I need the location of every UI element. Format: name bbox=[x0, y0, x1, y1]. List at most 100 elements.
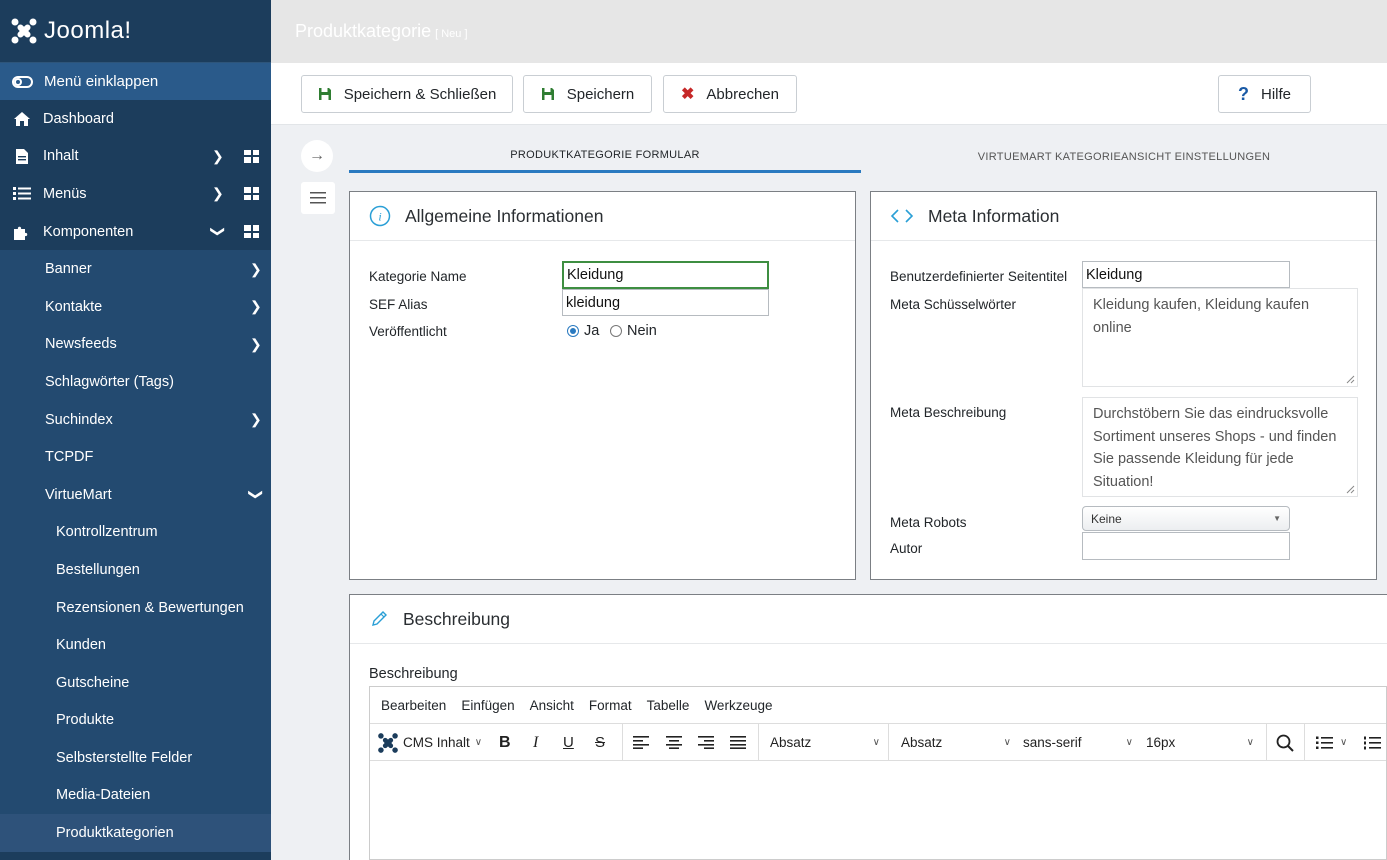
menu-format[interactable]: Format bbox=[589, 698, 632, 713]
sidebar-item-banner[interactable]: Banner ❯ bbox=[0, 250, 271, 288]
tab-produktkategorie-formular[interactable]: PRODUKTKATEGORIE FORMULAR bbox=[349, 140, 861, 173]
sidebar-item-kontakte[interactable]: Kontakte ❯ bbox=[0, 288, 271, 326]
tab-kategorieansicht-einstellungen[interactable]: VIRTUEMART KATEGORIEANSICHT EINSTELLUNGE… bbox=[861, 140, 1387, 173]
published-no-radio[interactable]: Nein bbox=[610, 323, 657, 339]
meta-description-label: Meta Beschreibung bbox=[890, 405, 1007, 420]
page-badge: [ Neu ] bbox=[435, 28, 468, 40]
sidebar-item-kunden[interactable]: Kunden bbox=[0, 626, 271, 664]
meta-robots-label: Meta Robots bbox=[890, 515, 967, 530]
sidebar-item-komponenten[interactable]: Komponenten ❯ bbox=[0, 213, 271, 251]
menu-tabelle[interactable]: Tabelle bbox=[647, 698, 690, 713]
question-icon: ? bbox=[1237, 83, 1249, 104]
sidebar-item-label: Produkte bbox=[56, 712, 115, 729]
toolbar-separator bbox=[758, 724, 759, 761]
sidebar-item-label: Newsfeeds bbox=[45, 336, 117, 353]
underline-icon: U bbox=[563, 734, 574, 751]
sidebar-item-produkte[interactable]: Produkte bbox=[0, 702, 271, 740]
floppy-disk-icon bbox=[541, 87, 555, 101]
page-title-input[interactable]: Kleidung bbox=[1082, 261, 1290, 288]
bold-button[interactable]: B bbox=[499, 724, 511, 761]
chevron-down-icon: ∨ bbox=[1340, 737, 1348, 748]
sidebar-item-label: Kontakte bbox=[45, 298, 103, 315]
strikethrough-button[interactable]: S bbox=[595, 724, 605, 761]
sidebar-item-media-dateien[interactable]: Media-Dateien bbox=[0, 777, 271, 815]
sidebar-item-inhalt[interactable]: Inhalt ❯ bbox=[0, 138, 271, 176]
sidebar-item-label: Media-Dateien bbox=[56, 787, 151, 804]
dashboard-grid-icon[interactable] bbox=[244, 225, 259, 239]
sef-alias-input[interactable]: kleidung bbox=[562, 289, 769, 316]
bold-icon: B bbox=[499, 733, 511, 751]
font-size-value: 16px bbox=[1146, 735, 1176, 750]
underline-button[interactable]: U bbox=[563, 724, 574, 761]
numbered-list-button[interactable] bbox=[1364, 724, 1381, 761]
align-right-button[interactable] bbox=[698, 724, 714, 761]
sidebar-item-gutscheine[interactable]: Gutscheine bbox=[0, 664, 271, 702]
sidebar-item-bestellungen[interactable]: Bestellungen bbox=[0, 551, 271, 589]
sidebar-item-produktkategorien[interactable]: Produktkategorien bbox=[0, 814, 271, 852]
sidebar-item-label: Komponenten bbox=[43, 223, 134, 240]
joomla-logo[interactable]: Joomla! bbox=[0, 0, 271, 63]
svg-text:i: i bbox=[378, 210, 381, 224]
menu-ansicht[interactable]: Ansicht bbox=[530, 698, 574, 713]
code-icon bbox=[890, 208, 914, 224]
block-format-dropdown-1[interactable]: Absatz ∨ bbox=[770, 724, 880, 761]
chevron-down-icon: ❯ bbox=[248, 488, 265, 501]
toggle-sidebar-button[interactable]: → bbox=[301, 140, 333, 172]
author-input[interactable] bbox=[1082, 532, 1290, 560]
font-size-dropdown[interactable]: 16px ∨ bbox=[1146, 724, 1254, 761]
sidebar-item-tags[interactable]: Schlagwörter (Tags) bbox=[0, 363, 271, 401]
sidebar-item-dashboard[interactable]: Dashboard bbox=[0, 100, 271, 138]
font-family-dropdown[interactable]: sans-serif ∨ bbox=[1023, 724, 1133, 761]
menu-werkzeuge[interactable]: Werkzeuge bbox=[704, 698, 772, 713]
menu-einfuegen[interactable]: Einfügen bbox=[461, 698, 514, 713]
meta-description-textarea[interactable]: Durchstöbern Sie das eindrucksvolle Sort… bbox=[1082, 397, 1358, 497]
cancel-button[interactable]: ✖ Abbrechen bbox=[663, 75, 797, 113]
help-button[interactable]: ? Hilfe bbox=[1218, 75, 1311, 113]
sidebar-item-menus[interactable]: Menüs ❯ bbox=[0, 175, 271, 213]
search-replace-button[interactable] bbox=[1276, 724, 1294, 761]
sidebar-item-selbsterstellte-felder[interactable]: Selbsterstellte Felder bbox=[0, 739, 271, 777]
sidebar-item-suchindex[interactable]: Suchindex ❯ bbox=[0, 401, 271, 439]
sidebar-item-label: Bestellungen bbox=[56, 561, 140, 578]
align-center-button[interactable] bbox=[666, 724, 682, 761]
block-format-dropdown-2[interactable]: Absatz ∨ bbox=[901, 724, 1011, 761]
sidebar-item-rezensionen[interactable]: Rezensionen & Bewertungen bbox=[0, 589, 271, 627]
cms-content-dropdown[interactable]: CMS Inhalt ∨ bbox=[377, 724, 482, 761]
save-close-button[interactable]: Speichern & Schließen bbox=[301, 75, 513, 113]
published-label: Veröffentlicht bbox=[369, 324, 447, 339]
justify-icon bbox=[730, 736, 746, 749]
sidebar-item-virtuemart[interactable]: VirtueMart ❯ bbox=[0, 476, 271, 514]
save-button[interactable]: Speichern bbox=[523, 75, 652, 113]
editor-content-area[interactable] bbox=[370, 761, 1386, 859]
meta-robots-value: Keine bbox=[1091, 511, 1122, 526]
meta-keywords-textarea[interactable]: Kleidung kaufen, Kleidung kaufen online bbox=[1082, 288, 1358, 387]
published-yes-radio[interactable]: Ja bbox=[567, 323, 599, 339]
italic-button[interactable]: I bbox=[533, 724, 538, 761]
sidebar-item-kontrollzentrum[interactable]: Kontrollzentrum bbox=[0, 514, 271, 552]
chevron-down-icon: ∨ bbox=[872, 737, 880, 748]
category-name-input[interactable]: Kleidung bbox=[562, 261, 769, 289]
dashboard-grid-icon[interactable] bbox=[244, 187, 259, 201]
chevron-down-icon: ∨ bbox=[1125, 737, 1133, 748]
collapse-menu-button[interactable]: Menü einklappen bbox=[0, 63, 271, 100]
meta-info-title: Meta Information bbox=[928, 205, 1060, 226]
close-icon: ✖ bbox=[681, 86, 695, 103]
bullet-list-button[interactable]: ∨ bbox=[1316, 724, 1347, 761]
menu-bearbeiten[interactable]: Bearbeiten bbox=[381, 698, 446, 713]
sidebar-item-label: VirtueMart bbox=[45, 486, 112, 503]
description-header: Beschreibung bbox=[350, 595, 1387, 644]
resize-grip-icon[interactable] bbox=[1345, 374, 1355, 384]
resize-grip-icon[interactable] bbox=[1345, 484, 1355, 494]
dashboard-grid-icon[interactable] bbox=[244, 149, 259, 163]
sidebar-item-newsfeeds[interactable]: Newsfeeds ❯ bbox=[0, 326, 271, 364]
save-close-label: Speichern & Schließen bbox=[343, 85, 497, 103]
justify-button[interactable] bbox=[730, 724, 746, 761]
sidebar-item-tcpdf[interactable]: TCPDF bbox=[0, 438, 271, 476]
align-left-button[interactable] bbox=[633, 724, 649, 761]
meta-robots-select[interactable]: Keine ▼ bbox=[1082, 506, 1290, 531]
arrow-right-icon: → bbox=[309, 147, 325, 164]
description-field-label: Beschreibung bbox=[369, 666, 458, 682]
floppy-disk-icon bbox=[318, 87, 332, 101]
hamburger-menu-button[interactable] bbox=[301, 182, 335, 214]
no-label: Nein bbox=[627, 323, 657, 339]
